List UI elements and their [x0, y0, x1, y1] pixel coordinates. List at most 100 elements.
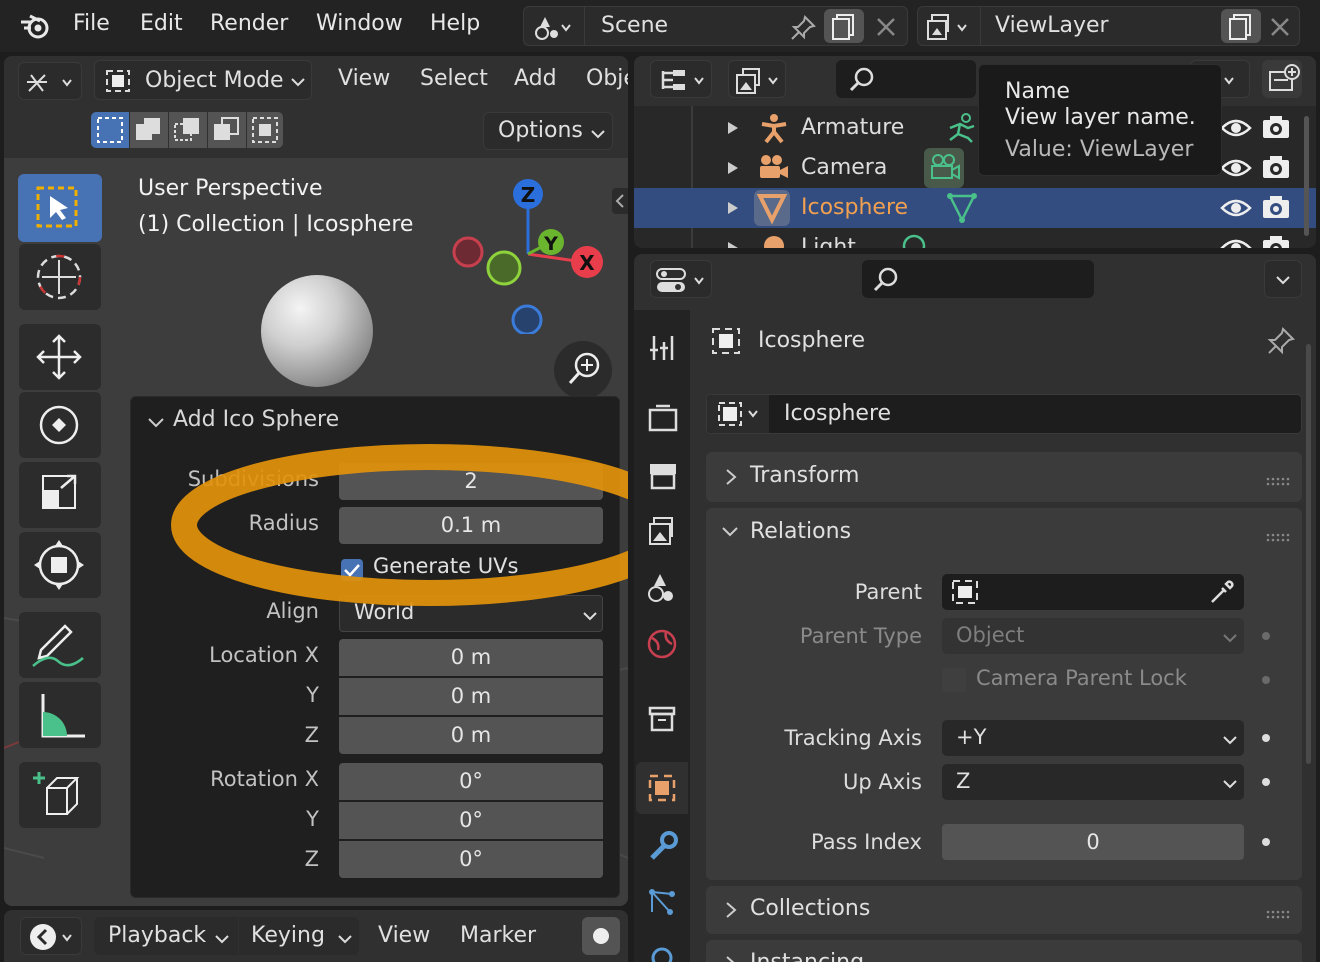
mode-label[interactable]: Object Mode [145, 68, 284, 93]
outliner-item-label[interactable]: Icosphere [801, 195, 908, 220]
timeline-editor-type[interactable] [20, 917, 82, 955]
outliner-item-label[interactable]: Camera [801, 155, 887, 180]
pass-index-field[interactable]: 0 [942, 824, 1244, 860]
tool-annotate[interactable] [19, 612, 101, 678]
eyedropper-icon[interactable] [1208, 578, 1236, 606]
tool-select-box[interactable] [18, 174, 102, 242]
drag-handle-icon[interactable] [1266, 472, 1290, 486]
object-name-value[interactable]: Icosphere [784, 401, 891, 426]
outliner-scrollbar[interactable] [1304, 116, 1309, 236]
drag-handle-icon[interactable] [1266, 528, 1290, 542]
eye-icon[interactable] [1220, 114, 1252, 142]
particles-tab-icon[interactable] [636, 876, 688, 928]
select-mode-subtract[interactable] [169, 112, 207, 148]
instancing-panel-header[interactable]: Instancing [706, 940, 1302, 962]
outliner-row-icosphere[interactable]: Icosphere [634, 188, 1316, 228]
expand-arrow-icon[interactable] [726, 240, 740, 248]
display-mode-button[interactable] [728, 60, 786, 98]
physics-tab-icon[interactable] [636, 934, 688, 962]
outliner-search-input[interactable] [836, 60, 976, 98]
eye-icon[interactable] [1220, 234, 1252, 248]
object-browse-button[interactable] [707, 395, 769, 433]
up-axis-dropdown[interactable]: Z [942, 764, 1244, 800]
render-camera-icon[interactable] [1260, 154, 1292, 182]
modifier-tab-icon[interactable] [636, 820, 688, 872]
region-toggle-arrow[interactable] [612, 188, 628, 214]
parent-type-dropdown[interactable]: Object [942, 618, 1244, 654]
tool-cursor[interactable] [19, 244, 101, 310]
record-button[interactable] [582, 917, 620, 955]
properties-editor-type[interactable] [650, 260, 712, 298]
view-layer-tab-icon[interactable] [636, 506, 688, 558]
rotation-x-field[interactable]: 0° [339, 763, 603, 800]
relations-panel-header[interactable]: Relations [706, 508, 1302, 558]
timeline-menu-marker[interactable]: Marker [460, 923, 536, 948]
playback-menu[interactable]: Playback [94, 917, 238, 955]
render-camera-icon[interactable] [1260, 234, 1292, 248]
keying-menu[interactable]: Keying [239, 917, 359, 955]
close-icon[interactable] [874, 15, 898, 39]
tool-tab-icon[interactable] [636, 320, 688, 372]
object-tab-icon[interactable] [636, 762, 688, 814]
viewport-menu-object[interactable]: Obje [586, 66, 628, 91]
tool-scale[interactable] [19, 462, 101, 528]
tracking-axis-dropdown[interactable]: +Y [942, 720, 1244, 756]
eye-icon[interactable] [1220, 154, 1252, 182]
expand-arrow-icon[interactable] [726, 160, 740, 176]
tool-measure[interactable] [19, 682, 101, 748]
viewport-menu-add[interactable]: Add [514, 66, 557, 91]
viewport-menu-view[interactable]: View [338, 66, 390, 91]
outliner-editor-type[interactable] [650, 60, 712, 98]
location-z-field[interactable]: 0 m [339, 717, 603, 754]
pin-icon[interactable] [790, 15, 816, 41]
rotation-y-field[interactable]: 0° [339, 802, 603, 839]
collection-tab-icon[interactable] [636, 692, 688, 744]
editor-type-button[interactable] [18, 62, 82, 100]
chevron-down-icon[interactable] [147, 415, 165, 431]
parent-field[interactable] [942, 574, 1244, 610]
navigation-gizmo[interactable]: Z Y X [450, 174, 610, 334]
output-tab-icon[interactable] [636, 450, 688, 502]
viewlayer-selector[interactable]: ViewLayer [917, 6, 1300, 46]
collections-panel-header[interactable]: Collections [706, 886, 1302, 934]
pin-icon[interactable] [1266, 326, 1296, 356]
render-tab-icon[interactable] [636, 394, 688, 446]
rotation-z-field[interactable]: 0° [339, 841, 603, 878]
new-scene-button[interactable] [824, 9, 864, 43]
menu-window[interactable]: Window [316, 11, 403, 36]
new-collection-button[interactable] [1262, 60, 1302, 98]
menu-help[interactable]: Help [430, 11, 480, 36]
menu-render[interactable]: Render [210, 11, 288, 36]
object-name-field[interactable]: Icosphere [706, 394, 1302, 434]
keyframe-dot[interactable] [1262, 632, 1270, 640]
properties-area[interactable]: Icosphere Icosphere Transform Relations … [634, 254, 1316, 962]
close-icon[interactable] [1268, 15, 1292, 39]
blender-logo-icon[interactable] [18, 10, 54, 42]
world-tab-icon[interactable] [636, 618, 688, 670]
outliner-item-label[interactable]: Light [801, 235, 856, 248]
keyframe-dot[interactable] [1262, 778, 1270, 786]
properties-options-dropdown[interactable] [1264, 260, 1302, 298]
keyframe-dot[interactable] [1262, 734, 1270, 742]
outliner-item-label[interactable]: Armature [801, 115, 904, 140]
camera-parent-lock-label[interactable]: Camera Parent Lock [976, 666, 1187, 690]
transform-panel-header[interactable]: Transform [706, 452, 1302, 502]
new-viewlayer-button[interactable] [1221, 9, 1261, 43]
outliner-row-light[interactable]: Light [634, 228, 1316, 248]
tool-rotate[interactable] [19, 392, 101, 458]
menu-edit[interactable]: Edit [140, 11, 183, 36]
select-mode-invert[interactable] [208, 112, 246, 148]
mode-selector[interactable]: Object Mode [94, 60, 312, 100]
select-mode-intersect[interactable] [247, 112, 283, 148]
render-camera-icon[interactable] [1260, 114, 1292, 142]
eye-icon[interactable] [1220, 194, 1252, 222]
render-camera-icon[interactable] [1260, 194, 1292, 222]
expand-arrow-icon[interactable] [726, 120, 740, 136]
menu-file[interactable]: File [73, 11, 110, 36]
drag-handle-icon[interactable] [1266, 905, 1290, 919]
scene-selector[interactable]: Scene [523, 6, 908, 46]
scene-tab-icon[interactable] [636, 562, 688, 614]
select-mode-new[interactable] [91, 112, 129, 148]
select-mode-extend[interactable] [130, 112, 168, 148]
viewport-menu-select[interactable]: Select [420, 66, 488, 91]
